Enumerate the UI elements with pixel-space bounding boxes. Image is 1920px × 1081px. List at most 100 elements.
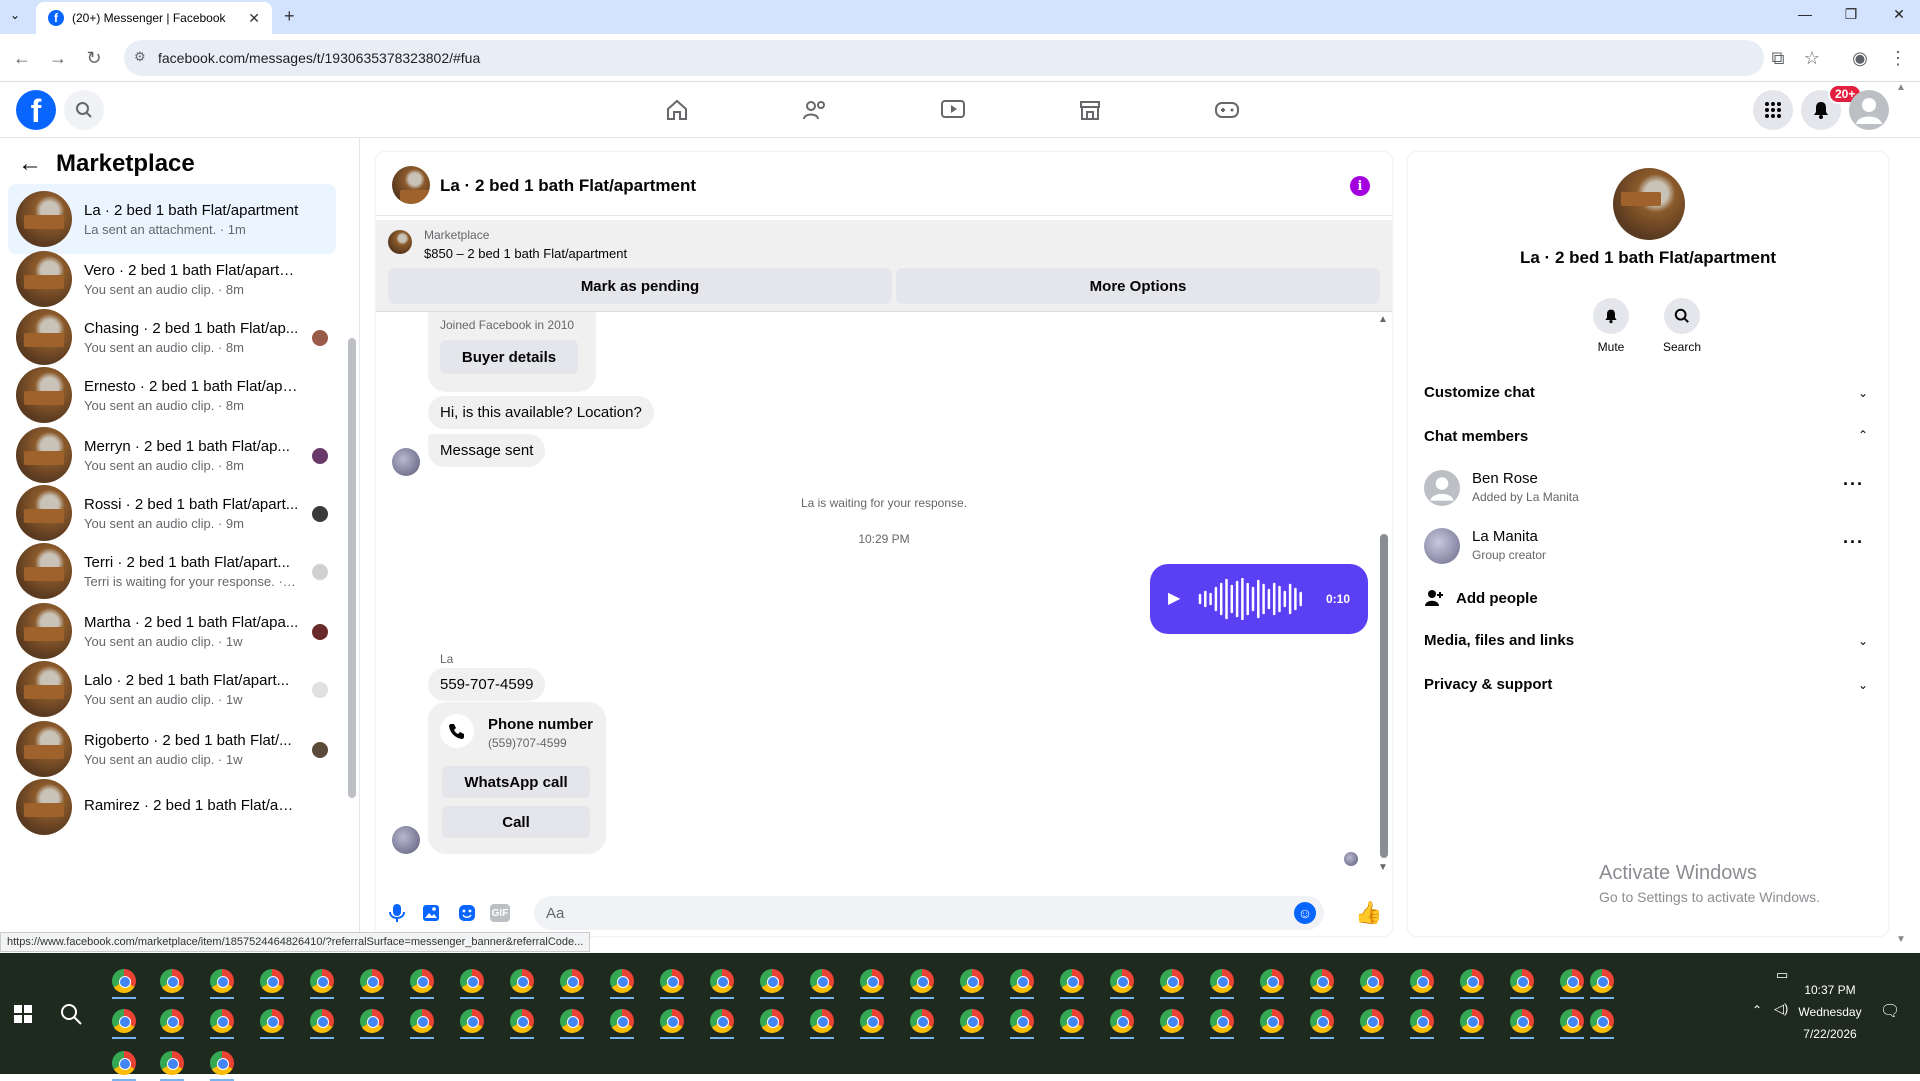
taskbar-app-icon[interactable] bbox=[1410, 1009, 1434, 1033]
taskbar-app-icon[interactable] bbox=[210, 969, 234, 993]
taskbar-app-icon[interactable] bbox=[610, 1009, 634, 1033]
new-tab-icon[interactable]: + bbox=[284, 6, 295, 27]
taskbar-app-icon[interactable] bbox=[1160, 1009, 1184, 1033]
taskbar-app-icon[interactable] bbox=[410, 1009, 434, 1033]
more-dots-icon[interactable]: ··· bbox=[1843, 474, 1864, 495]
taskbar-app-icon[interactable] bbox=[810, 969, 834, 993]
reload-icon[interactable]: ↻ bbox=[82, 48, 106, 69]
forward-icon[interactable]: → bbox=[46, 48, 70, 69]
profile-icon[interactable]: ◉ bbox=[1848, 48, 1872, 69]
taskbar-app-icon[interactable] bbox=[360, 1009, 384, 1033]
member-row[interactable]: Ben Rose Added by La Manita ··· bbox=[1424, 464, 1872, 512]
buyer-details-button[interactable]: Buyer details bbox=[440, 340, 578, 374]
back-icon[interactable]: ← bbox=[10, 48, 34, 69]
mark-pending-button[interactable]: Mark as pending bbox=[388, 268, 892, 304]
taskbar-app-icon[interactable] bbox=[510, 1009, 534, 1033]
close-window-icon[interactable]: ✕ bbox=[1884, 6, 1914, 23]
taskbar-app-icon[interactable] bbox=[960, 969, 984, 993]
page-scroll-up-icon[interactable]: ▲ bbox=[1896, 82, 1906, 93]
back-arrow-icon[interactable]: ← bbox=[18, 150, 42, 178]
listing-thumbnail[interactable] bbox=[388, 230, 412, 254]
microphone-icon[interactable] bbox=[386, 902, 408, 924]
message-input[interactable]: Aa ☺ bbox=[534, 896, 1324, 930]
taskbar-app-icon[interactable] bbox=[1360, 1009, 1384, 1033]
taskbar-app-icon[interactable] bbox=[1310, 1009, 1334, 1033]
message-bubble[interactable]: Hi, is this available? Location? bbox=[428, 396, 654, 429]
list-scrollbar[interactable] bbox=[348, 338, 356, 798]
taskbar-app-icon[interactable] bbox=[560, 1009, 584, 1033]
taskbar-app-icon[interactable] bbox=[1460, 1009, 1484, 1033]
sticker-icon[interactable] bbox=[456, 902, 478, 924]
message-bubble[interactable]: 559-707-4599 bbox=[428, 668, 546, 701]
search-in-chat-button[interactable] bbox=[1664, 298, 1700, 334]
taskbar-app-icon[interactable] bbox=[112, 1009, 136, 1033]
taskbar-app-icon[interactable] bbox=[210, 1009, 234, 1033]
taskbar-app-icon[interactable] bbox=[1210, 1009, 1234, 1033]
call-button[interactable]: Call bbox=[442, 806, 590, 838]
taskbar-app-icon[interactable] bbox=[660, 969, 684, 993]
taskbar-app-icon[interactable] bbox=[710, 1009, 734, 1033]
url-field[interactable]: ⚙ facebook.com/messages/t/19306353783238… bbox=[124, 40, 1764, 76]
chat-title[interactable]: La · 2 bed 1 bath Flat/apartment bbox=[440, 176, 696, 196]
taskbar-app-icon[interactable] bbox=[1110, 1009, 1134, 1033]
taskbar-app-icon[interactable] bbox=[860, 969, 884, 993]
like-thumb-icon[interactable]: 👍 bbox=[1355, 900, 1382, 925]
browser-menu-icon[interactable]: ⋮ bbox=[1886, 48, 1910, 69]
taskbar-app-icon[interactable] bbox=[510, 969, 534, 993]
taskbar-app-icon[interactable] bbox=[210, 1051, 234, 1075]
customize-chat-row[interactable]: Customize chat ⌄ bbox=[1408, 374, 1888, 410]
page-scroll-down-icon[interactable]: ▼ bbox=[1896, 934, 1906, 945]
video-nav-icon[interactable] bbox=[938, 96, 968, 124]
taskbar-app-icon[interactable] bbox=[1110, 969, 1134, 993]
taskbar-app-icon[interactable] bbox=[1590, 969, 1614, 993]
taskbar-app-icon[interactable] bbox=[160, 969, 184, 993]
taskbar-app-icon[interactable] bbox=[1060, 969, 1084, 993]
message-bubble[interactable]: Message sent bbox=[428, 434, 546, 467]
taskbar-app-icon[interactable] bbox=[160, 1009, 184, 1033]
facebook-logo-icon[interactable]: f bbox=[16, 90, 56, 130]
taskbar-app-icon[interactable] bbox=[1010, 1009, 1034, 1033]
more-options-button[interactable]: More Options bbox=[896, 268, 1380, 304]
taskbar-app-icon[interactable] bbox=[310, 1009, 334, 1033]
taskbar-app-icon[interactable] bbox=[1560, 1009, 1584, 1033]
scroll-down-arrow-icon[interactable]: ▼ bbox=[1378, 862, 1388, 873]
tab-list-chevron-icon[interactable]: ⌄ bbox=[10, 8, 20, 22]
menu-grid-button[interactable] bbox=[1753, 90, 1793, 130]
system-clock[interactable]: 10:37 PM Wednesday 7/22/2026 bbox=[1780, 979, 1880, 1045]
taskbar-app-icon[interactable] bbox=[1260, 1009, 1284, 1033]
taskbar-app-icon[interactable] bbox=[1560, 969, 1584, 993]
taskbar-app-icon[interactable] bbox=[860, 1009, 884, 1033]
taskbar-app-icon[interactable] bbox=[460, 1009, 484, 1033]
taskbar-app-icon[interactable] bbox=[610, 969, 634, 993]
media-files-row[interactable]: Media, files and links ⌄ bbox=[1408, 622, 1888, 658]
taskbar-app-icon[interactable] bbox=[310, 969, 334, 993]
taskbar-app-icon[interactable] bbox=[760, 969, 784, 993]
account-avatar[interactable] bbox=[1849, 90, 1889, 130]
marketplace-nav-icon[interactable] bbox=[1075, 96, 1105, 124]
notification-center-icon[interactable]: 🗨 bbox=[1880, 1001, 1900, 1021]
close-tab-icon[interactable]: ✕ bbox=[248, 10, 260, 27]
listing-link[interactable]: $850 – 2 bed 1 bath Flat/apartment bbox=[424, 246, 627, 261]
emoji-icon[interactable]: ☺ bbox=[1294, 902, 1316, 924]
taskbar-app-icon[interactable] bbox=[660, 1009, 684, 1033]
install-app-icon[interactable]: ⧉ bbox=[1766, 48, 1790, 69]
minimize-icon[interactable]: — bbox=[1790, 6, 1820, 22]
taskbar-app-icon[interactable] bbox=[112, 1051, 136, 1075]
taskbar-app-icon[interactable] bbox=[1260, 969, 1284, 993]
taskbar-app-icon[interactable] bbox=[910, 969, 934, 993]
site-info-icon[interactable]: ⚙ bbox=[134, 49, 146, 65]
taskbar-app-icon[interactable] bbox=[410, 969, 434, 993]
bookmark-star-icon[interactable]: ☆ bbox=[1800, 48, 1824, 69]
taskbar-app-icon[interactable] bbox=[1010, 969, 1034, 993]
taskbar-app-icon[interactable] bbox=[160, 1051, 184, 1075]
chat-scrollbar[interactable] bbox=[1380, 534, 1388, 858]
add-people-row[interactable]: Add people bbox=[1424, 580, 1864, 616]
taskbar-app-icon[interactable] bbox=[460, 969, 484, 993]
taskbar-app-icon[interactable] bbox=[260, 969, 284, 993]
conversation-item[interactable]: Ramirez · 2 bed 1 bath Flat/ap... bbox=[8, 772, 336, 842]
taskbar-app-icon[interactable] bbox=[112, 969, 136, 993]
tray-chevron-up-icon[interactable]: ⌃ bbox=[1752, 1003, 1762, 1017]
play-icon[interactable]: ▶ bbox=[1168, 588, 1180, 608]
sender-avatar[interactable] bbox=[392, 448, 420, 476]
chat-members-row[interactable]: Chat members ⌃ bbox=[1408, 418, 1888, 454]
